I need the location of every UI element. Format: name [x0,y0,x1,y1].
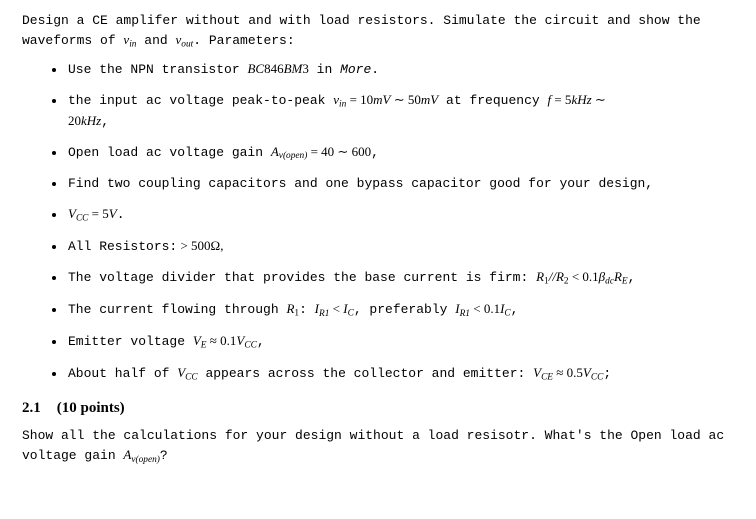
bullet1-l2-unit: kHz [81,113,101,128]
bullet0-model-r1: 846 [264,61,284,76]
bullet5-rest: > 500Ω, [177,238,223,253]
list-item: Find two coupling capacitors and one byp… [66,175,734,194]
bullet8-post: , [257,334,265,349]
bullet1-u1: mV [373,92,390,107]
bullet3-text: Find two coupling capacitors and one byp… [68,176,653,191]
bullet2-A-sub-text: v(open) [279,151,308,161]
intro-text-2: . Parameters: [193,33,294,48]
bullet9-pre: About half of [68,366,177,381]
bullet1-l2-val: 20 [68,113,81,128]
bullet0-pre: Use the NPN transistor [68,62,247,77]
bullet8-VE: V [193,333,201,348]
bullet6-R2: R [556,269,564,284]
bullet6-pre: The voltage divider that provides the ba… [68,270,536,285]
bullet7-IR1bs-inner: R1 [460,309,470,319]
bullet1-tilde2: ∼ [592,92,606,107]
bullet2-A-sub: v(open) [279,150,308,161]
intro-paragraph: Design a CE amplifer without and with lo… [22,12,734,52]
bullet8-pre: Emitter voltage [68,334,193,349]
bullet1-l2-post: , [101,114,109,129]
list-item: The current flowing through R1: IR1 < IC… [66,300,734,321]
bullet0-model-i2: BM [284,61,303,76]
bullet9-post: ; [603,366,611,381]
bullet7-mid2: , preferably [354,302,455,317]
bullet1-eq2: = 5 [551,92,571,107]
bullet1-u3: kHz [571,92,591,107]
list-item: Use the NPN transistor BC846BM3 in More. [66,60,734,80]
bullet6-R1: R [536,269,544,284]
bullet9-VCC2: V [583,365,591,380]
list-item: Emitter voltage VE ≈ 0.1VCC, [66,332,734,353]
bullet8-VCCs: CC [244,341,256,351]
bullet4-eq: = 5 [88,206,108,221]
bullet1-tilde1: ∼ 50 [391,92,421,107]
bullet1-mid: at frequency [438,93,547,108]
bullet1-pre: the input ac voltage peak-to-peak [68,93,333,108]
question-A-sub: v(open) [131,454,160,465]
bullet6-slash: // [549,269,556,284]
section-number: 2.1 [22,398,41,420]
bullet8-approx: ≈ 0.1 [207,333,237,348]
bullet9-VCC2s: CC [591,373,603,383]
bullet2-pre: Open load ac voltage gain [68,145,271,160]
bullet9-VCCs: CC [185,373,197,383]
bullet0-model-i1: BC [247,61,264,76]
intro-and: and [136,33,175,48]
bullet9-approx: ≈ 0.5 [553,365,583,380]
bullet2-A: A [271,144,279,159]
bullet7-IR1s-inner: R1 [319,309,329,319]
bullet6-RE: R [614,269,622,284]
bullet1-eq1: = 10 [346,92,373,107]
list-item: The voltage divider that provides the ba… [66,268,734,289]
bullet6-post: , [628,270,636,285]
bullet0-post: . [371,62,379,77]
bullet6-beta-sub: dc [605,277,614,287]
bullet7-IR1bs: R1 [460,308,470,319]
parameter-list: Use the NPN transistor BC846BM3 in More.… [22,60,734,386]
bullet2-eq: = 40 ∼ 600 [307,144,371,159]
bullet9-VCEs: CE [541,373,553,383]
list-item: Open load ac voltage gain Av(open) = 40 … [66,143,734,164]
bullet4-V: V [68,206,76,221]
bullet7-lt: < [329,301,343,316]
bullet4-unit: V [109,206,117,221]
list-item: the input ac voltage peak-to-peak vin = … [66,91,734,132]
bullet9-VCC: V [177,365,185,380]
bullet4-post: . [117,207,125,222]
bullet0-place: More [340,62,371,77]
bullet0-mid: in [309,62,340,77]
question-A-sub-text: v(open) [131,455,160,465]
bullet9-mid: appears across the collector and emitter… [198,366,533,381]
intro-vout-sub: out [181,39,193,49]
section-heading: 2.1 (10 points) [22,398,734,420]
bullet5-pre: All Resistors: [68,239,177,254]
bullet7-lt2: < 0.1 [470,301,500,316]
bullet9-VCE: V [533,365,541,380]
list-item: About half of VCC appears across the col… [66,364,734,385]
bullet7-IR1s: R1 [319,308,329,319]
section-title: (10 points) [57,400,125,416]
question-paragraph: Show all the calculations for your desig… [22,427,734,467]
list-item: All Resistors: > 500Ω, [66,237,734,257]
bullet2-post: , [371,145,379,160]
bullet1-u2: mV [421,92,438,107]
bullet7-mid: : [299,302,315,317]
bullet6-lt: < 0.1 [569,269,599,284]
bullet4-cc: CC [76,214,88,224]
bullet7-post: , [511,302,519,317]
question-t2: ? [160,448,168,463]
bullet7-pre: The current flowing through [68,302,286,317]
list-item: VCC = 5V. [66,205,734,226]
